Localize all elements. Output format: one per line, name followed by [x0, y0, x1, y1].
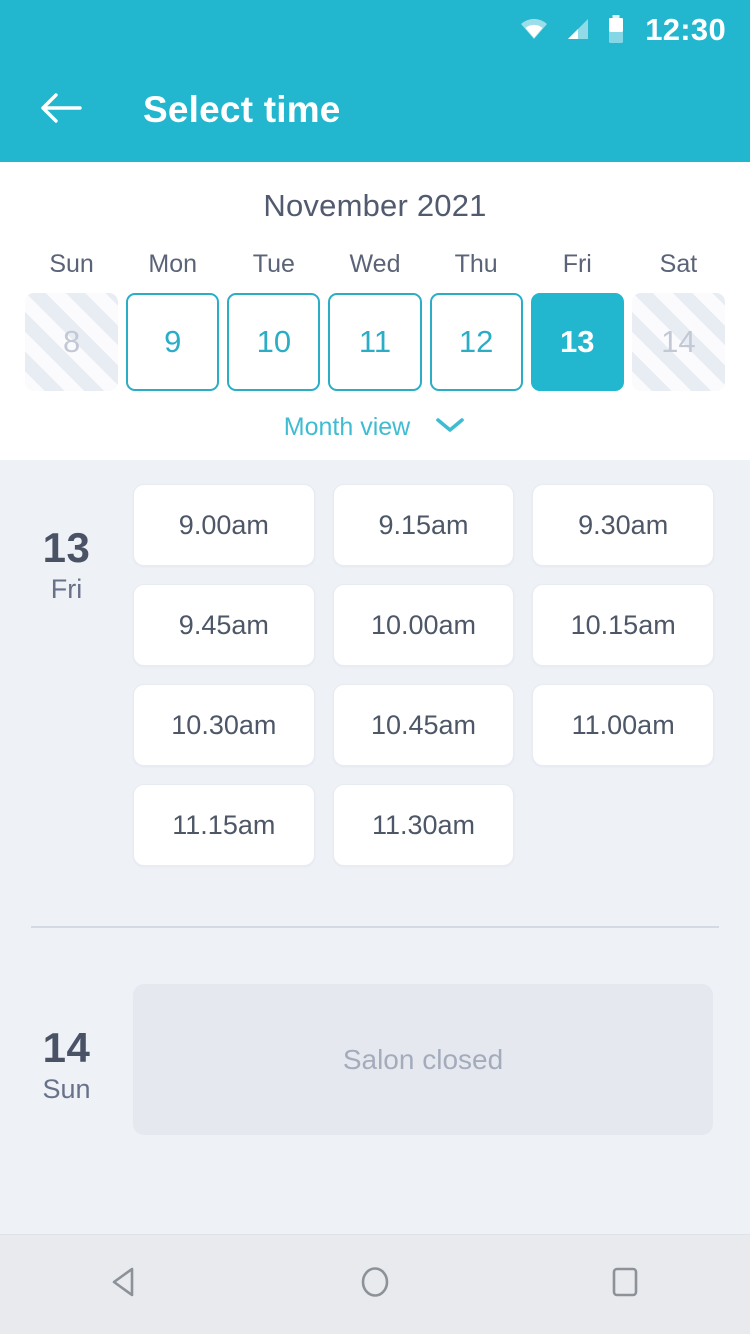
- calendar-panel: November 2021 Sun Mon Tue Wed Thu Fri Sa…: [0, 162, 750, 460]
- calendar-day-12[interactable]: 12: [429, 293, 523, 391]
- arrow-left-icon: [39, 91, 83, 130]
- weekday-header: Sun: [49, 250, 94, 278]
- closed-day-label: 14 Sun: [0, 984, 133, 1135]
- month-view-toggle[interactable]: Month view: [0, 413, 750, 442]
- android-nav-bar: [0, 1234, 750, 1334]
- section-divider: [31, 926, 719, 928]
- circle-home-icon: [356, 1263, 394, 1306]
- weekday-header: Fri: [562, 250, 592, 278]
- page-title: Select time: [143, 89, 341, 130]
- time-slot[interactable]: 10.45am: [332, 684, 515, 766]
- schedule-day-label: 13 Fri: [0, 484, 133, 866]
- weekday-header: Wed: [349, 250, 401, 278]
- signal-icon: [565, 17, 591, 41]
- weekday-header: Sat: [659, 250, 698, 278]
- status-clock: 12:30: [645, 11, 726, 47]
- back-button[interactable]: [34, 83, 88, 137]
- time-slot[interactable]: 9.30am: [532, 484, 714, 566]
- time-slot-grid: 9.00am 9.15am 9.30am 9.45am 10.00am 10.1…: [133, 484, 728, 866]
- time-slot[interactable]: 9.00am: [133, 484, 315, 566]
- calendar-day-row: 8 9 10 11 12 13 14: [0, 293, 750, 391]
- time-slot[interactable]: 9.15am: [332, 484, 515, 566]
- wifi-icon: [519, 17, 549, 41]
- calendar-day-9[interactable]: 9: [126, 293, 220, 391]
- schedule-day-block: 13 Fri 9.00am 9.15am 9.30am 9.45am 10.00…: [0, 484, 750, 866]
- status-bar: 12:30: [0, 0, 750, 58]
- battery-icon: [607, 15, 625, 43]
- time-slot[interactable]: 11.15am: [133, 784, 315, 866]
- closed-day-number: 14: [42, 1024, 91, 1071]
- month-view-label: Month view: [283, 413, 411, 441]
- schedule-day-number: 13: [42, 524, 91, 571]
- calendar-day-13[interactable]: 13: [530, 293, 624, 391]
- time-slot-placeholder: [532, 784, 714, 866]
- salon-closed-banner: Salon closed: [133, 984, 713, 1135]
- time-slot[interactable]: 10.00am: [332, 584, 515, 666]
- schedule-day-weekday: Fri: [50, 574, 83, 605]
- square-recents-icon: [606, 1263, 644, 1306]
- time-slot[interactable]: 10.30am: [133, 684, 315, 766]
- app-bar: Select time: [0, 58, 750, 162]
- time-slot[interactable]: 10.15am: [532, 584, 714, 666]
- time-slot[interactable]: 11.00am: [532, 684, 714, 766]
- schedule-area: 13 Fri 9.00am 9.15am 9.30am 9.45am 10.00…: [0, 460, 750, 1135]
- nav-back-button[interactable]: [65, 1235, 185, 1334]
- phone-screen: 12:30 Select time November 2021 Sun Mon …: [0, 0, 750, 1334]
- nav-home-button[interactable]: [315, 1235, 435, 1334]
- time-slot[interactable]: 11.30am: [332, 784, 515, 866]
- closed-day-block: 14 Sun Salon closed: [0, 984, 750, 1135]
- weekday-header: Mon: [148, 250, 198, 278]
- calendar-day-11[interactable]: 11: [328, 293, 422, 391]
- time-slot[interactable]: 9.45am: [133, 584, 315, 666]
- closed-day-weekday: Sun: [42, 1074, 91, 1105]
- calendar-day-14: 14: [631, 293, 725, 391]
- chevron-down-icon: [434, 415, 466, 440]
- calendar-day-8: 8: [25, 293, 119, 391]
- nav-recents-button[interactable]: [565, 1235, 685, 1334]
- weekday-header: Thu: [454, 250, 498, 278]
- calendar-day-10[interactable]: 10: [227, 293, 321, 391]
- weekday-header-row: Sun Mon Tue Wed Thu Fri Sat: [0, 250, 750, 293]
- calendar-month-title: November 2021: [263, 188, 487, 223]
- triangle-back-icon: [106, 1263, 144, 1306]
- weekday-header: Tue: [252, 250, 295, 278]
